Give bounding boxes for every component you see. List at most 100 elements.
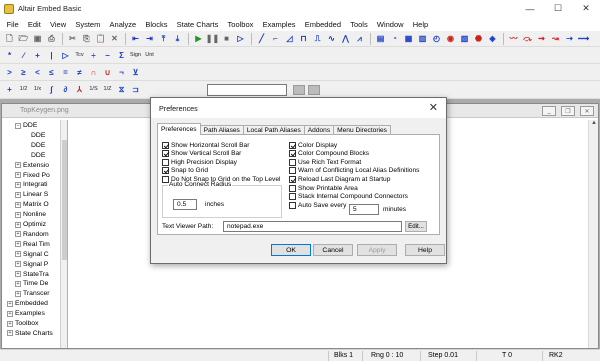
cut-icon[interactable]: ✂: [66, 32, 79, 45]
menu-file[interactable]: File: [2, 20, 23, 29]
xor-icon[interactable]: ⊻: [129, 66, 142, 79]
expand-icon[interactable]: +: [15, 191, 21, 198]
checkbox-option[interactable]: Color Display: [289, 141, 337, 149]
maximize-icon[interactable]: ☐: [544, 0, 572, 17]
expand-icon[interactable]: +: [15, 162, 21, 169]
checkbox-checked[interactable]: [289, 150, 296, 158]
dialog-close-icon[interactable]: ✕: [429, 101, 438, 114]
expand-icon[interactable]: +: [15, 181, 21, 188]
signal-d-icon[interactable]: ↝: [549, 32, 562, 45]
transfer-fn-icon[interactable]: ⅄: [73, 84, 86, 97]
stripchart-icon[interactable]: ▥: [416, 32, 429, 45]
checkbox-option[interactable]: Use Rich Text Format: [289, 158, 361, 166]
checkbox-checked[interactable]: [162, 150, 169, 158]
delay-icon[interactable]: ⧖: [115, 84, 128, 97]
expand-icon[interactable]: +: [15, 172, 21, 178]
tree-item[interactable]: + Real Tim: [15, 240, 50, 249]
expand-icon[interactable]: +: [15, 231, 21, 238]
expand-icon[interactable]: +: [7, 310, 13, 317]
expand-icon[interactable]: +: [15, 271, 21, 277]
expand-icon[interactable]: +: [15, 221, 21, 228]
child-minimize-icon[interactable]: _: [542, 106, 556, 116]
menu-view[interactable]: View: [45, 20, 70, 29]
tree-item[interactable]: + Linear S: [15, 190, 48, 199]
menu-toolbox[interactable]: Toolbox: [223, 20, 258, 29]
new-file-icon[interactable]: 🗋: [3, 32, 16, 45]
help-button[interactable]: Help: [405, 244, 445, 256]
tree-item[interactable]: + Time De: [15, 279, 48, 288]
menu-blocks[interactable]: Blocks: [141, 20, 172, 29]
combo-clear-icon[interactable]: [308, 85, 320, 95]
cancel-button[interactable]: Cancel: [313, 244, 353, 256]
checkbox-option[interactable]: Warn of Conflicting Local Alias Definiti…: [289, 167, 419, 175]
not-equal-icon[interactable]: ≠: [73, 66, 86, 79]
align-bottom-icon[interactable]: ⤓: [171, 32, 184, 45]
checkbox-option[interactable]: Show Vertical Scroll Bar: [162, 150, 241, 158]
checkbox-option[interactable]: Reload Last Diagram at Startup: [289, 175, 390, 183]
checkbox-option[interactable]: Show Printable Area: [289, 184, 358, 192]
copy-icon[interactable]: ⎘: [80, 32, 93, 45]
checkbox-checked[interactable]: [162, 141, 169, 149]
child-restore-icon[interactable]: ❐: [561, 106, 575, 116]
checkbox-option[interactable]: Show Horizontal Scroll Bar: [162, 141, 249, 149]
expand-icon[interactable]: +: [7, 300, 13, 307]
slope-icon[interactable]: ∕: [17, 49, 30, 62]
stop-icon[interactable]: ■: [220, 32, 233, 45]
checkbox-checked[interactable]: [162, 167, 169, 175]
scroll-up-icon[interactable]: ▲: [589, 120, 599, 130]
edit-button[interactable]: Edit...: [405, 221, 427, 232]
signal-e-icon[interactable]: ⇢: [563, 32, 576, 45]
expand-icon[interactable]: +: [15, 280, 21, 287]
align-left-icon[interactable]: ⇤: [129, 32, 142, 45]
apply-button[interactable]: Apply: [357, 244, 397, 256]
gauge-icon[interactable]: ◴: [430, 32, 443, 45]
checkbox-checked[interactable]: [289, 141, 296, 149]
tree-scrollbar[interactable]: [60, 120, 67, 348]
block-search-combo[interactable]: [207, 84, 287, 96]
expand-icon[interactable]: +: [7, 330, 13, 337]
ztransform-button[interactable]: 1/Z: [101, 84, 114, 97]
tree-item[interactable]: + Signal P: [15, 260, 48, 269]
expand-icon[interactable]: +: [15, 211, 21, 218]
triangle-wave-icon[interactable]: ⋀: [339, 32, 352, 45]
meter-icon[interactable]: ◔: [388, 32, 401, 45]
tree-item[interactable]: + Random: [15, 230, 49, 239]
and-icon[interactable]: ∩: [87, 66, 100, 79]
open-folder-icon[interactable]: 🗁: [17, 32, 30, 45]
line-icon[interactable]: ╱: [255, 32, 268, 45]
expand-icon[interactable]: +: [7, 320, 13, 327]
plot-icon[interactable]: ▤: [374, 32, 387, 45]
checkbox-checked[interactable]: [289, 175, 296, 183]
checkbox-unchecked[interactable]: [289, 167, 296, 175]
signal-b-icon[interactable]: ⤼: [521, 32, 534, 45]
scope-icon[interactable]: ◉: [444, 32, 457, 45]
collapse-icon[interactable]: −: [15, 122, 21, 129]
square-wave-icon[interactable]: ⊓: [297, 32, 310, 45]
go-icon[interactable]: ▶: [192, 32, 205, 45]
tree-item[interactable]: + Transcer: [15, 289, 50, 298]
not-icon[interactable]: ¬: [115, 66, 128, 79]
tree-item[interactable]: + Examples: [7, 309, 45, 318]
checkbox-option[interactable]: Stack Internal Compound Connectors: [289, 193, 408, 201]
equal-icon[interactable]: =: [59, 66, 72, 79]
expand-icon[interactable]: +: [15, 261, 21, 268]
tree-item[interactable]: DDE: [23, 141, 45, 150]
align-right-icon[interactable]: ⇥: [143, 32, 156, 45]
menu-system[interactable]: System: [71, 20, 105, 29]
tree-item[interactable]: − DDE: [15, 121, 37, 130]
sum-button[interactable]: +: [3, 84, 16, 97]
tree-scroll-thumb[interactable]: [62, 140, 67, 260]
menu-window[interactable]: Window: [372, 20, 408, 29]
laplace-button[interactable]: 1/S: [87, 84, 100, 97]
ramp-icon[interactable]: ◿: [283, 32, 296, 45]
sine-icon[interactable]: ∿: [325, 32, 338, 45]
checkbox-option[interactable]: Do Not Snap to Grid on the Top Level: [162, 175, 280, 183]
sawtooth-icon[interactable]: ⩘: [353, 32, 366, 45]
checkbox-unchecked[interactable]: [289, 193, 296, 201]
expand-icon[interactable]: +: [15, 290, 21, 297]
auto-save-minutes-input[interactable]: 5: [349, 204, 379, 215]
tree-item[interactable]: + Toolbox: [7, 319, 38, 328]
checkbox-unchecked[interactable]: [289, 158, 296, 166]
display-icon[interactable]: ▦: [402, 32, 415, 45]
tree-item[interactable]: + Embedded: [7, 299, 48, 308]
